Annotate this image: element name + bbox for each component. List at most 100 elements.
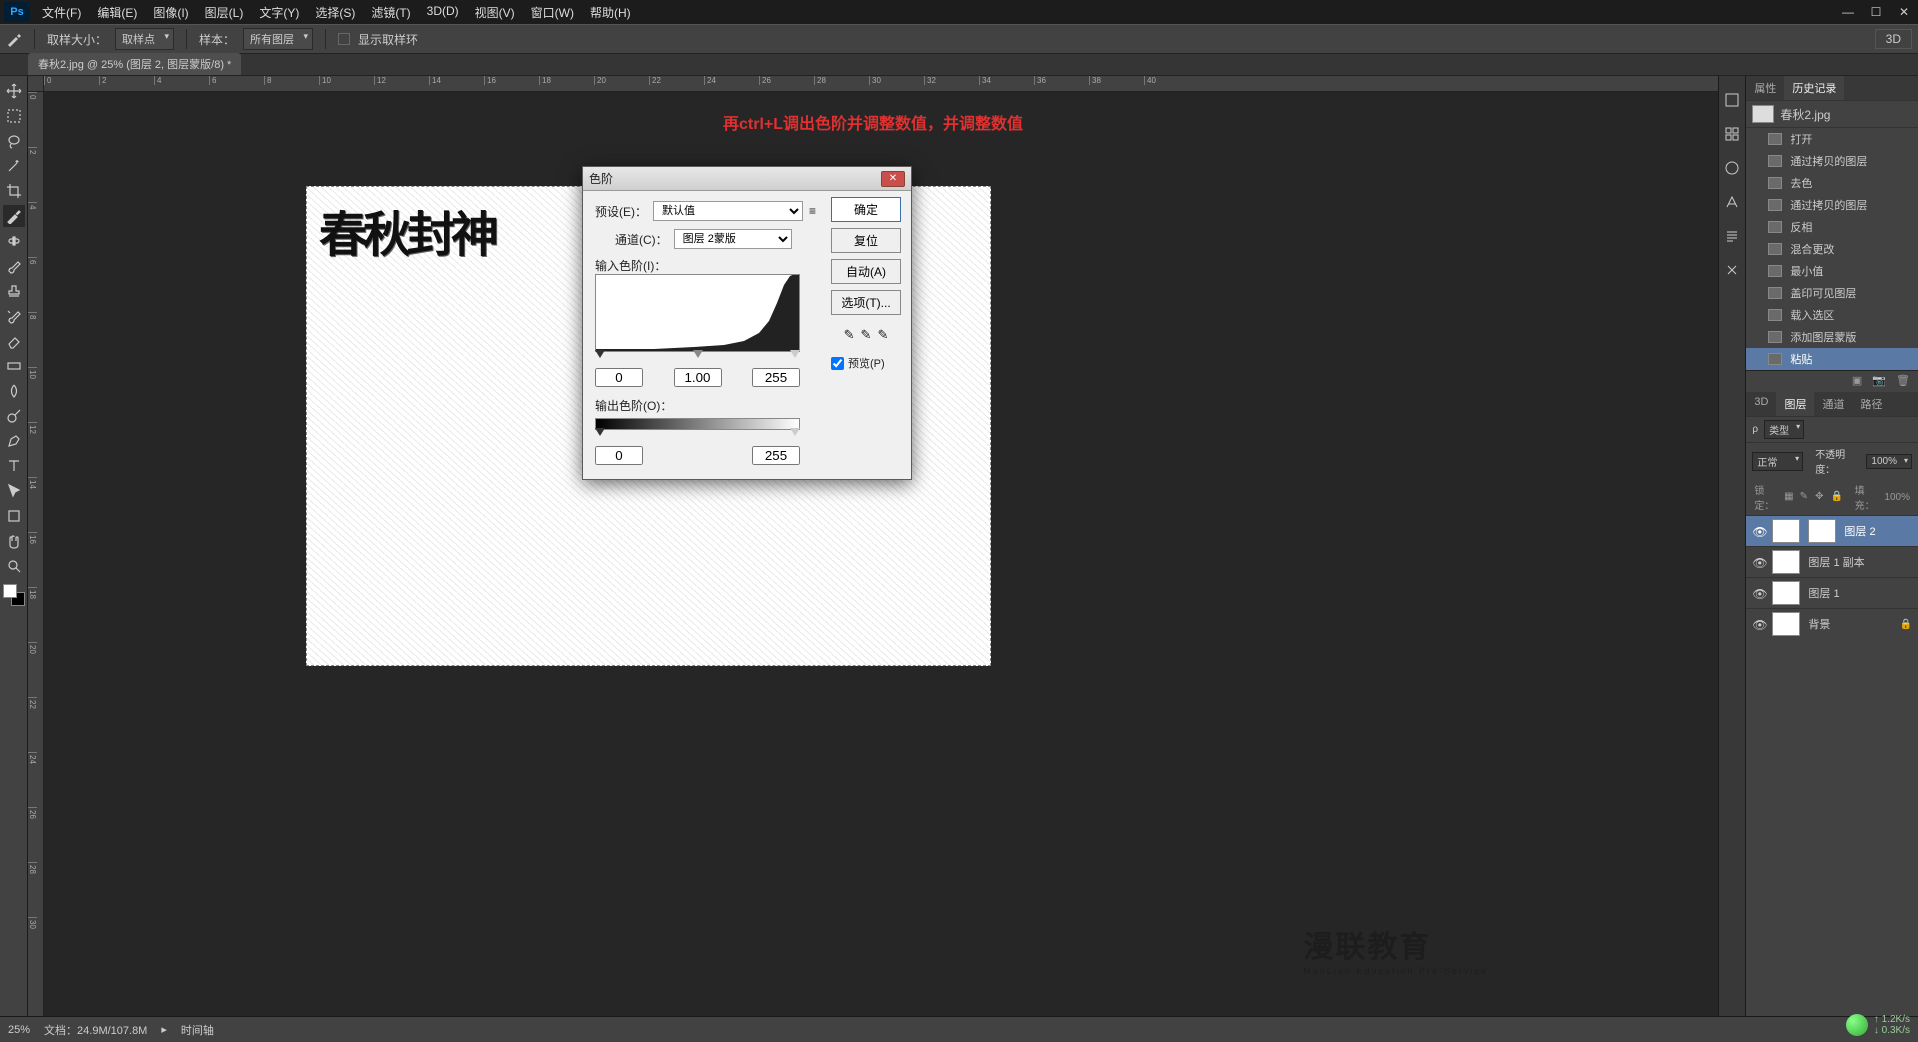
heal-tool[interactable] xyxy=(3,230,25,252)
menu-image[interactable]: 图像(I) xyxy=(145,0,196,25)
menu-view[interactable]: 视图(V) xyxy=(467,0,523,25)
close-button[interactable]: ✕ xyxy=(1890,2,1918,22)
lock-pixels-icon[interactable]: ▦ xyxy=(1784,491,1794,503)
menu-layer[interactable]: 图层(L) xyxy=(197,0,252,25)
history-item[interactable]: 通过拷贝的图层 xyxy=(1746,194,1918,216)
history-item[interactable]: 粘贴 xyxy=(1746,348,1918,370)
input-black-field[interactable] xyxy=(595,368,643,387)
lasso-tool[interactable] xyxy=(3,130,25,152)
eyedropper-tool[interactable] xyxy=(3,205,25,227)
move-tool[interactable] xyxy=(3,80,25,102)
history-item[interactable]: 盖印可见图层 xyxy=(1746,282,1918,304)
type-tool[interactable] xyxy=(3,455,25,477)
color-panel-icon[interactable] xyxy=(1724,92,1740,108)
output-black-field[interactable] xyxy=(595,446,643,465)
input-slider[interactable] xyxy=(595,352,800,362)
output-slider[interactable] xyxy=(595,430,800,440)
history-item[interactable]: 去色 xyxy=(1746,172,1918,194)
preset-menu-icon[interactable]: ≡ xyxy=(809,204,816,218)
eraser-tool[interactable] xyxy=(3,330,25,352)
tab-history[interactable]: 历史记录 xyxy=(1784,76,1844,100)
preview-checkbox[interactable] xyxy=(831,357,844,370)
tab-3d-panel[interactable]: 3D xyxy=(1746,392,1776,416)
menu-window[interactable]: 窗口(W) xyxy=(523,0,582,25)
layer-row[interactable]: 👁背景🔒 xyxy=(1746,608,1918,639)
white-eyedropper-icon[interactable]: ✎ xyxy=(877,327,888,343)
history-item[interactable]: 添加图层蒙版 xyxy=(1746,326,1918,348)
sample-layers-dropdown[interactable]: 所有图层 xyxy=(243,28,313,50)
visibility-icon[interactable]: 👁 xyxy=(1752,556,1764,568)
tab-properties[interactable]: 属性 xyxy=(1746,76,1784,100)
opacity-field[interactable]: 100% xyxy=(1866,454,1912,469)
visibility-icon[interactable]: 👁 xyxy=(1752,525,1764,537)
history-camera-icon[interactable]: 📷 xyxy=(1872,374,1886,389)
channel-dropdown[interactable]: 图层 2蒙版 xyxy=(674,229,792,249)
character-panel-icon[interactable] xyxy=(1724,194,1740,210)
input-white-field[interactable] xyxy=(752,368,800,387)
black-eyedropper-icon[interactable]: ✎ xyxy=(844,327,855,343)
visibility-icon[interactable]: 👁 xyxy=(1752,618,1764,630)
history-item[interactable]: 载入选区 xyxy=(1746,304,1918,326)
dialog-titlebar[interactable]: 色阶 ✕ xyxy=(583,167,911,191)
brush-tool[interactable] xyxy=(3,255,25,277)
stamp-tool[interactable] xyxy=(3,280,25,302)
layer-filter-dropdown[interactable]: 类型 xyxy=(1764,420,1804,439)
output-white-field[interactable] xyxy=(752,446,800,465)
zoom-tool[interactable] xyxy=(3,555,25,577)
dodge-tool[interactable] xyxy=(3,405,25,427)
history-brush-tool[interactable] xyxy=(3,305,25,327)
blur-tool[interactable] xyxy=(3,380,25,402)
menu-edit[interactable]: 编辑(E) xyxy=(89,0,145,25)
menu-select[interactable]: 选择(S) xyxy=(307,0,363,25)
history-item[interactable]: 反相 xyxy=(1746,216,1918,238)
menu-filter[interactable]: 滤镜(T) xyxy=(363,0,418,25)
lock-move-icon[interactable]: ✥ xyxy=(1815,491,1825,503)
tab-channels[interactable]: 通道 xyxy=(1814,392,1852,416)
cancel-button[interactable]: 复位 xyxy=(831,228,901,253)
show-ring-checkbox[interactable] xyxy=(338,33,350,45)
history-item[interactable]: 混合更改 xyxy=(1746,238,1918,260)
dialog-close-button[interactable]: ✕ xyxy=(881,171,905,187)
swatches-panel-icon[interactable] xyxy=(1724,126,1740,142)
history-snapshot-icon[interactable]: ▣ xyxy=(1852,374,1862,389)
fill-field[interactable]: 100% xyxy=(1884,492,1910,503)
sample-size-dropdown[interactable]: 取样点 xyxy=(115,28,174,50)
path-select-tool[interactable] xyxy=(3,480,25,502)
options-button[interactable]: 选项(T)... xyxy=(831,290,901,315)
wand-tool[interactable] xyxy=(3,155,25,177)
tab-paths[interactable]: 路径 xyxy=(1852,392,1890,416)
menu-file[interactable]: 文件(F) xyxy=(34,0,89,25)
ok-button[interactable]: 确定 xyxy=(831,197,901,222)
tab-layers[interactable]: 图层 xyxy=(1776,392,1814,416)
menu-3d[interactable]: 3D(D) xyxy=(419,0,467,25)
minimize-button[interactable]: — xyxy=(1834,2,1862,22)
document-tab[interactable]: 春秋2.jpg @ 25% (图层 2, 图层蒙版/8) * xyxy=(28,53,241,75)
zoom-level[interactable]: 25% xyxy=(8,1024,30,1036)
paragraph-panel-icon[interactable] xyxy=(1724,228,1740,244)
color-swatches[interactable] xyxy=(3,584,25,606)
adjustments-panel-icon[interactable] xyxy=(1724,160,1740,176)
maximize-button[interactable]: ☐ xyxy=(1862,2,1890,22)
shape-tool[interactable] xyxy=(3,505,25,527)
pen-tool[interactable] xyxy=(3,430,25,452)
blend-mode-dropdown[interactable]: 正常 xyxy=(1752,452,1803,471)
menu-help[interactable]: 帮助(H) xyxy=(582,0,639,25)
layer-row[interactable]: 👁图层 2 xyxy=(1746,515,1918,546)
timeline-label[interactable]: 时间轴 xyxy=(181,1022,214,1038)
layer-row[interactable]: 👁图层 1 xyxy=(1746,577,1918,608)
auto-button[interactable]: 自动(A) xyxy=(831,259,901,284)
layer-row[interactable]: 👁图层 1 副本 xyxy=(1746,546,1918,577)
lock-brush-icon[interactable]: ✎ xyxy=(1800,491,1810,503)
tools-panel-icon[interactable] xyxy=(1724,262,1740,278)
preset-dropdown[interactable]: 默认值 xyxy=(653,201,803,221)
3d-badge[interactable]: 3D xyxy=(1875,29,1912,49)
menu-type[interactable]: 文字(Y) xyxy=(251,0,307,25)
visibility-icon[interactable]: 👁 xyxy=(1752,587,1764,599)
history-item[interactable]: 最小值 xyxy=(1746,260,1918,282)
history-item[interactable]: 打开 xyxy=(1746,128,1918,150)
hand-tool[interactable] xyxy=(3,530,25,552)
crop-tool[interactable] xyxy=(3,180,25,202)
input-gamma-field[interactable] xyxy=(674,368,722,387)
history-trash-icon[interactable]: 🗑 xyxy=(1896,374,1910,389)
marquee-tool[interactable] xyxy=(3,105,25,127)
